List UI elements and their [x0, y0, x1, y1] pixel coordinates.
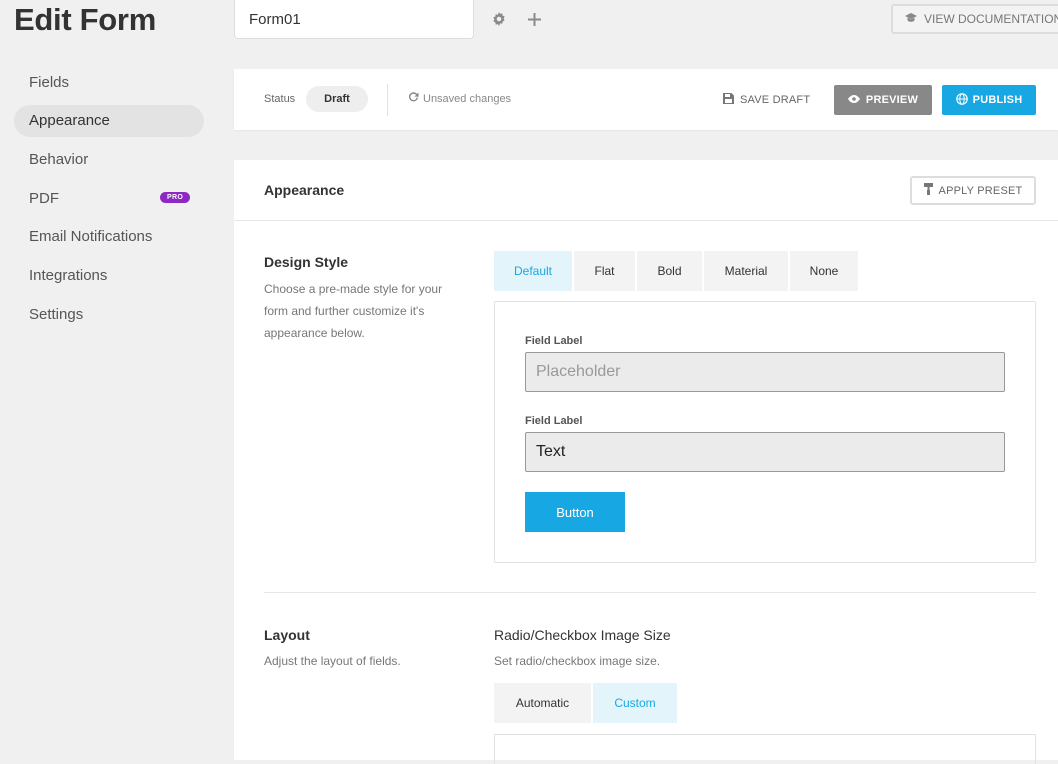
sidebar-nav: Fields Appearance Behavior PDF PRO Email …: [14, 66, 204, 337]
pro-badge: PRO: [160, 192, 191, 204]
image-size-selector: Automatic Custom: [494, 683, 677, 723]
preview-field-label: Field Label: [525, 415, 583, 427]
layout-title: Layout: [264, 627, 310, 643]
sidebar-item-label: Settings: [29, 305, 84, 323]
paint-roller-icon: [923, 183, 933, 198]
image-size-title: Radio/Checkbox Image Size: [494, 627, 671, 643]
style-option-flat[interactable]: Flat: [574, 251, 635, 291]
design-style-selector: Default Flat Bold Material None: [494, 251, 858, 291]
sidebar-item-fields[interactable]: Fields: [14, 66, 204, 98]
sidebar-item-settings[interactable]: Settings: [14, 298, 204, 330]
image-size-settings-box: [494, 734, 1036, 764]
image-size-automatic[interactable]: Automatic: [494, 683, 591, 723]
layout-description: Adjust the layout of fields.: [264, 654, 401, 668]
preview-label: PREVIEW: [865, 94, 919, 106]
style-preview-box: Field Label Placeholder Field Label Text…: [494, 301, 1036, 563]
sidebar-item-integrations[interactable]: Integrations: [14, 259, 204, 291]
preview-button[interactable]: PREVIEW: [834, 85, 932, 115]
view-documentation-label: VIEW DOCUMENTATION: [924, 12, 1058, 26]
card-title: Appearance: [264, 182, 345, 198]
status-badge: Draft: [306, 86, 368, 112]
image-size-custom[interactable]: Custom: [593, 683, 677, 723]
globe-icon: [955, 92, 968, 108]
style-option-default[interactable]: Default: [494, 251, 572, 291]
status-divider: [387, 84, 388, 116]
sidebar-item-label: Integrations: [29, 266, 108, 284]
eye-icon: [847, 94, 860, 106]
sidebar-item-appearance[interactable]: Appearance: [14, 104, 204, 137]
refresh-icon: [408, 92, 419, 106]
sidebar-item-behavior[interactable]: Behavior: [14, 143, 204, 175]
preview-button-sample[interactable]: Button: [525, 492, 625, 532]
design-style-description: Choose a pre-made style for your form an…: [264, 282, 443, 340]
save-draft-button[interactable]: SAVE DRAFT: [723, 93, 810, 107]
sidebar-item-label: Email Notifications: [29, 228, 153, 246]
publish-button[interactable]: PUBLISH: [942, 85, 1036, 115]
publish-label: PUBLISH: [972, 94, 1023, 106]
save-draft-label: SAVE DRAFT: [740, 94, 811, 106]
form-name-input[interactable]: Form01: [234, 0, 474, 39]
status-label: Status: [264, 93, 296, 105]
graduation-cap-icon: [905, 12, 917, 26]
sidebar-item-label: Fields: [29, 73, 70, 91]
style-option-bold[interactable]: Bold: [637, 251, 702, 291]
gear-icon[interactable]: [491, 11, 507, 27]
sidebar-item-pdf[interactable]: PDF PRO: [14, 182, 204, 214]
apply-preset-button[interactable]: APPLY PRESET: [910, 176, 1036, 205]
floppy-disk-icon: [723, 93, 734, 107]
style-option-material[interactable]: Material: [704, 251, 788, 291]
sidebar-item-email-notifications[interactable]: Email Notifications: [14, 221, 204, 253]
plus-icon[interactable]: [526, 11, 542, 27]
unsaved-changes-indicator: Unsaved changes: [408, 92, 511, 106]
preview-placeholder-input[interactable]: Placeholder: [525, 352, 1005, 392]
sidebar-item-label: Behavior: [29, 150, 89, 168]
style-option-none[interactable]: None: [790, 251, 858, 291]
page-title: Edit Form: [14, 2, 156, 37]
appearance-card: Appearance APPLY PRESET Design Style Cho…: [234, 160, 1058, 764]
status-bar: Status Draft Unsaved changes SAVE DRAFT …: [234, 69, 1058, 130]
preview-text-input[interactable]: Text: [525, 432, 1005, 472]
apply-preset-label: APPLY PRESET: [938, 184, 1023, 197]
sidebar-item-label: Appearance: [29, 112, 110, 130]
view-documentation-button[interactable]: VIEW DOCUMENTATION: [891, 4, 1058, 34]
sidebar-item-label: PDF: [29, 189, 59, 207]
unsaved-changes-text: Unsaved changes: [423, 93, 512, 105]
design-style-title: Design Style: [264, 254, 349, 270]
card-header: Appearance APPLY PRESET: [234, 160, 1058, 221]
section-divider: [264, 592, 1036, 593]
preview-field-label: Field Label: [525, 335, 583, 347]
image-size-description: Set radio/checkbox image size.: [494, 654, 661, 668]
